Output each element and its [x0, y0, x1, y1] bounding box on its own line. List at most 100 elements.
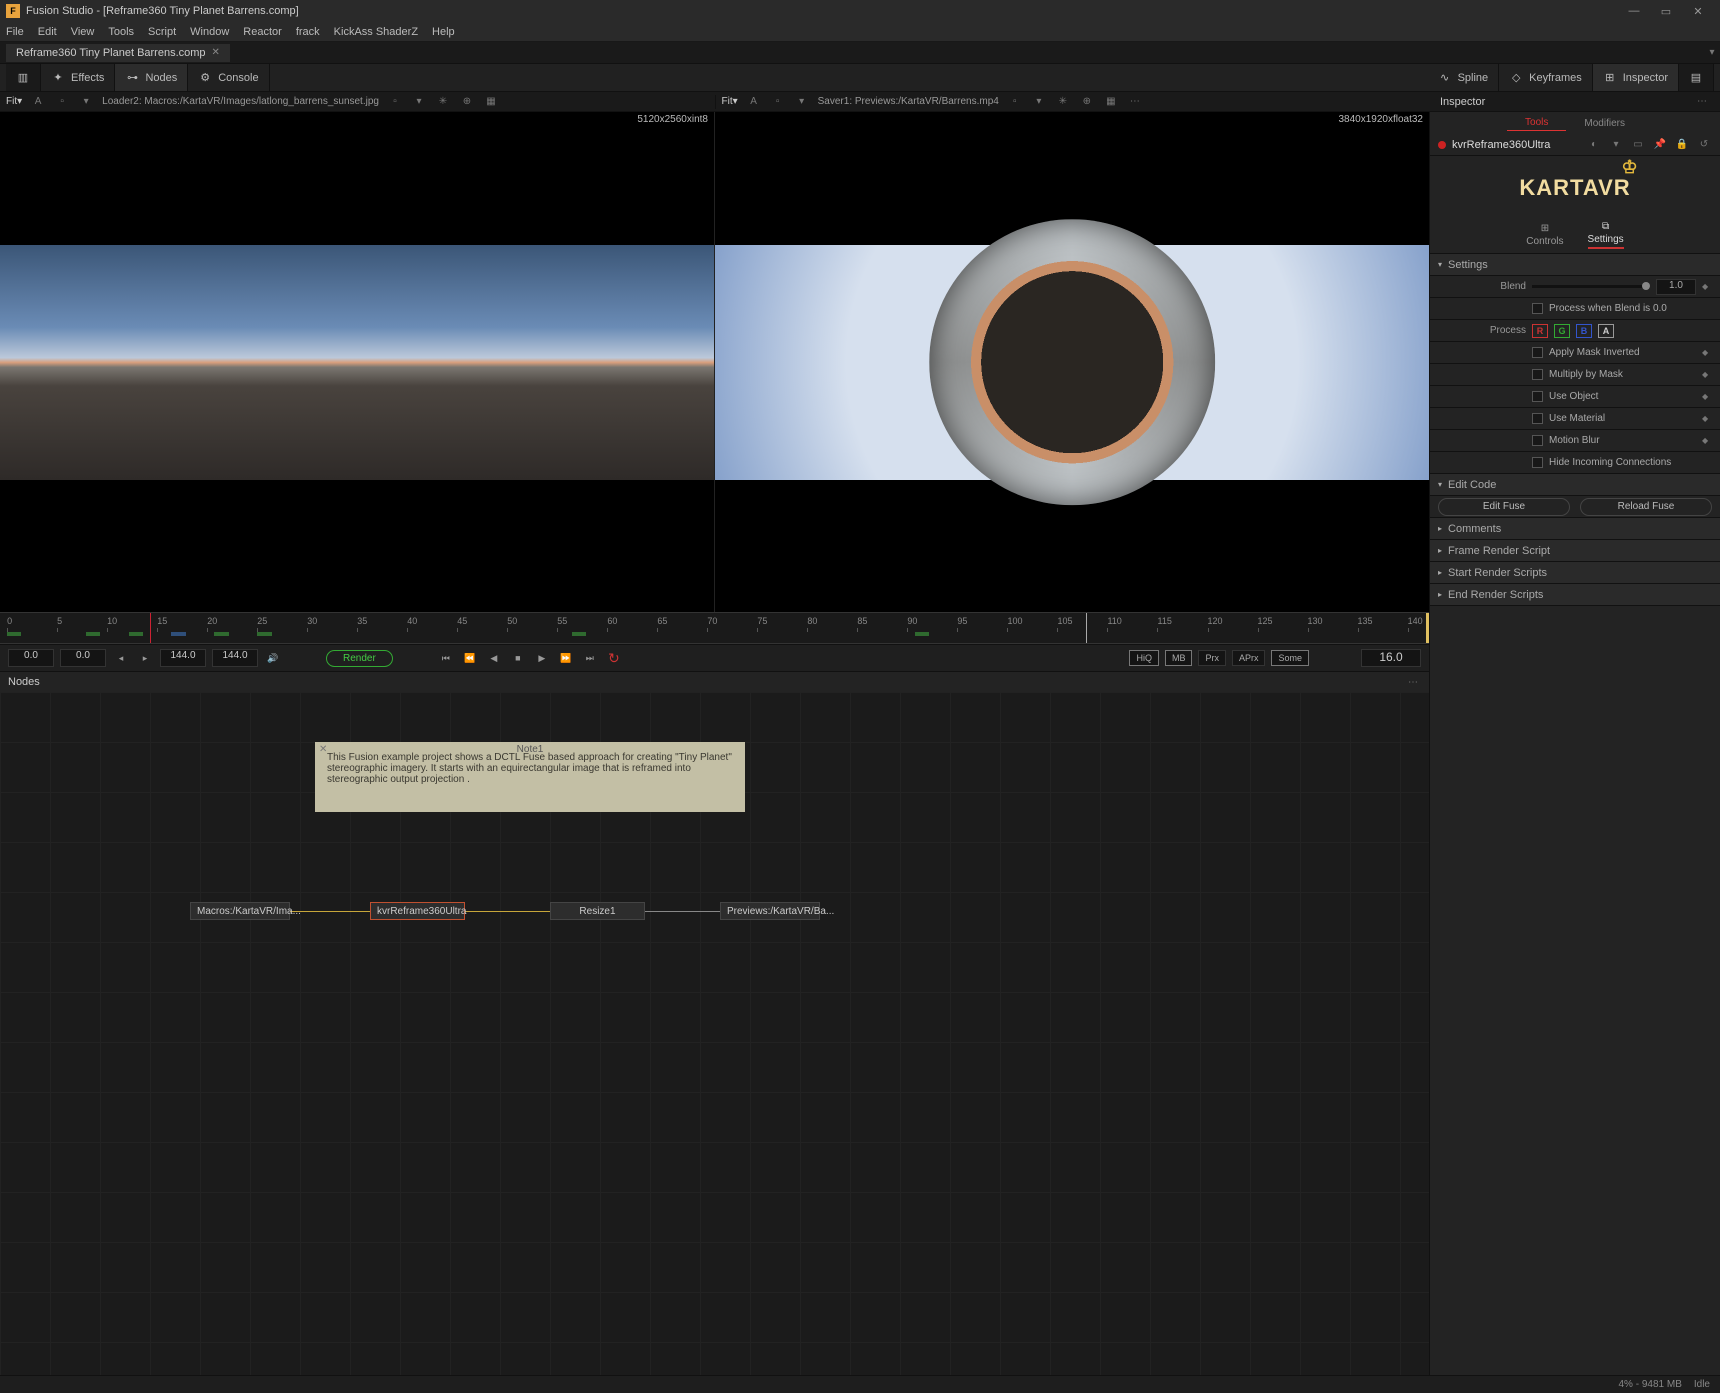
section-editcode[interactable]: ▾Edit Code [1430, 474, 1720, 496]
spline-button[interactable]: ∿Spline [1428, 64, 1500, 91]
viewer2-fit[interactable]: Fit▾ [722, 96, 738, 107]
motion-blur-checkbox[interactable] [1532, 435, 1543, 446]
insp-copy-icon[interactable]: ▭ [1630, 138, 1646, 152]
blend-value[interactable]: 1.0 [1656, 279, 1696, 295]
end-time-1[interactable]: 144.0 [160, 649, 206, 667]
play-button[interactable]: ▶ [533, 649, 551, 667]
current-time-1[interactable]: 0.0 [8, 649, 54, 667]
menu-script[interactable]: Script [148, 26, 176, 38]
inspector-button[interactable]: ⊞Inspector [1593, 64, 1679, 91]
next-kf-button[interactable]: ▸ [136, 649, 154, 667]
keyframes-button[interactable]: ◇Keyframes [1499, 64, 1593, 91]
blend-slider[interactable] [1532, 285, 1650, 288]
aprx-toggle[interactable]: APrx [1232, 650, 1266, 666]
minimize-button[interactable]: — [1618, 0, 1650, 22]
step-back-button[interactable]: ⏪ [461, 649, 479, 667]
apply-mask-checkbox[interactable] [1532, 347, 1543, 358]
end-time-2[interactable]: 144.0 [212, 649, 258, 667]
process-when-blend-checkbox[interactable] [1532, 303, 1543, 314]
nodes-button[interactable]: ⊶Nodes [115, 64, 188, 91]
tabs-menu-icon[interactable]: ▾ [1704, 46, 1720, 60]
prx-toggle[interactable]: Prx [1198, 650, 1226, 666]
mult-mask-checkbox[interactable] [1532, 369, 1543, 380]
viewer2-btn4-icon[interactable]: ⊕ [1079, 95, 1095, 109]
nodes-menu-icon[interactable]: ⋯ [1405, 675, 1421, 689]
node-saver[interactable]: Previews:/KartaVR/Ba... [720, 902, 820, 920]
right-layout-toggle[interactable]: ▤ [1679, 64, 1714, 91]
viewer1-btn1-icon[interactable]: ▫ [387, 95, 403, 109]
hide-conn-checkbox[interactable] [1532, 457, 1543, 468]
insp-lock-icon[interactable]: 🔒 [1674, 138, 1690, 152]
node-loader[interactable]: Macros:/KartaVR/Ima... [190, 902, 290, 920]
viewer2-grid-icon[interactable]: ▦ [1103, 95, 1119, 109]
play-rev-button[interactable]: ◀ [485, 649, 503, 667]
insp-btn1-icon[interactable]: ◐ [1586, 138, 1602, 152]
insp-reset-icon[interactable]: ↺ [1696, 138, 1712, 152]
channel-r-button[interactable]: R [1532, 324, 1548, 338]
viewer1-chev-icon[interactable]: ▾ [78, 95, 94, 109]
mb-toggle[interactable]: MB [1165, 650, 1193, 666]
viewer1-a-icon[interactable]: A [30, 95, 46, 109]
kf-icon[interactable]: ◆ [1702, 370, 1712, 379]
hiq-toggle[interactable]: HiQ [1129, 650, 1159, 666]
menu-help[interactable]: Help [432, 26, 455, 38]
note-close-icon[interactable]: ✕ [319, 744, 327, 755]
viewer2-btn3-icon[interactable]: ✳ [1055, 95, 1071, 109]
viewer1-btn2-icon[interactable]: ▾ [411, 95, 427, 109]
prev-kf-button[interactable]: ◂ [112, 649, 130, 667]
viewer2-dots-icon[interactable]: ⋯ [1127, 95, 1143, 109]
inspector-menu-icon[interactable]: ⋯ [1694, 95, 1710, 109]
close-button[interactable]: ✕ [1682, 0, 1714, 22]
section-start-render[interactable]: ▸Start Render Scripts [1430, 562, 1720, 584]
menu-reactor[interactable]: Reactor [243, 26, 282, 38]
note-node[interactable]: ✕ Note1 This Fusion example project show… [315, 742, 745, 812]
section-end-render[interactable]: ▸End Render Scripts [1430, 584, 1720, 606]
document-tab[interactable]: Reframe360 Tiny Planet Barrens.comp ✕ [6, 44, 230, 62]
menu-view[interactable]: View [71, 26, 95, 38]
reload-fuse-button[interactable]: Reload Fuse [1580, 498, 1712, 516]
playhead[interactable] [150, 613, 151, 643]
maximize-button[interactable]: ▭ [1650, 0, 1682, 22]
active-node-name[interactable]: kvrReframe360Ultra [1452, 139, 1550, 151]
kf-icon[interactable]: ◆ [1702, 392, 1712, 401]
menu-tools[interactable]: Tools [108, 26, 134, 38]
edit-fuse-button[interactable]: Edit Fuse [1438, 498, 1570, 516]
range-end[interactable] [1426, 613, 1429, 643]
node-reframe[interactable]: kvrReframe360Ultra [370, 902, 465, 920]
viewer-2[interactable]: 3840x1920xfloat32 [714, 112, 1429, 612]
section-frame-render[interactable]: ▸Frame Render Script [1430, 540, 1720, 562]
menu-file[interactable]: File [6, 26, 24, 38]
viewer1-grid-icon[interactable]: ▦ [483, 95, 499, 109]
menu-kickass[interactable]: KickAss ShaderZ [334, 26, 418, 38]
viewer2-btn2-icon[interactable]: ▾ [1031, 95, 1047, 109]
timeline[interactable]: 0510152025303540455055606570758085909510… [0, 612, 1429, 644]
console-button[interactable]: ⚙Console [188, 64, 269, 91]
section-settings[interactable]: ▾Settings [1430, 254, 1720, 276]
menu-window[interactable]: Window [190, 26, 229, 38]
insp-btn2-icon[interactable]: ▾ [1608, 138, 1624, 152]
menu-frack[interactable]: frack [296, 26, 320, 38]
marker[interactable] [1086, 613, 1087, 643]
step-fwd-button[interactable]: ⏩ [557, 649, 575, 667]
kf-icon[interactable]: ◆ [1702, 414, 1712, 423]
loop-button[interactable]: ↻ [605, 649, 623, 667]
go-end-button[interactable]: ⏭ [581, 649, 599, 667]
channel-g-button[interactable]: G [1554, 324, 1570, 338]
close-tab-icon[interactable]: ✕ [212, 47, 220, 58]
flow-area[interactable]: ✕ Note1 This Fusion example project show… [0, 692, 1429, 1375]
viewer1-btn4-icon[interactable]: ⊕ [459, 95, 475, 109]
kf-icon[interactable]: ◆ [1702, 348, 1712, 357]
channel-b-button[interactable]: B [1576, 324, 1592, 338]
use-material-checkbox[interactable] [1532, 413, 1543, 424]
effects-button[interactable]: ✦Effects [41, 64, 115, 91]
kf-icon[interactable]: ◆ [1702, 436, 1712, 445]
menu-edit[interactable]: Edit [38, 26, 57, 38]
viewer2-chev-icon[interactable]: ▾ [794, 95, 810, 109]
global-time[interactable]: 16.0 [1361, 649, 1421, 667]
section-comments[interactable]: ▸Comments [1430, 518, 1720, 540]
viewer-1[interactable]: 5120x2560xint8 [0, 112, 714, 612]
inspector-tab-tools[interactable]: Tools [1507, 115, 1566, 131]
some-toggle[interactable]: Some [1271, 650, 1309, 666]
use-object-checkbox[interactable] [1532, 391, 1543, 402]
current-time-2[interactable]: 0.0 [60, 649, 106, 667]
